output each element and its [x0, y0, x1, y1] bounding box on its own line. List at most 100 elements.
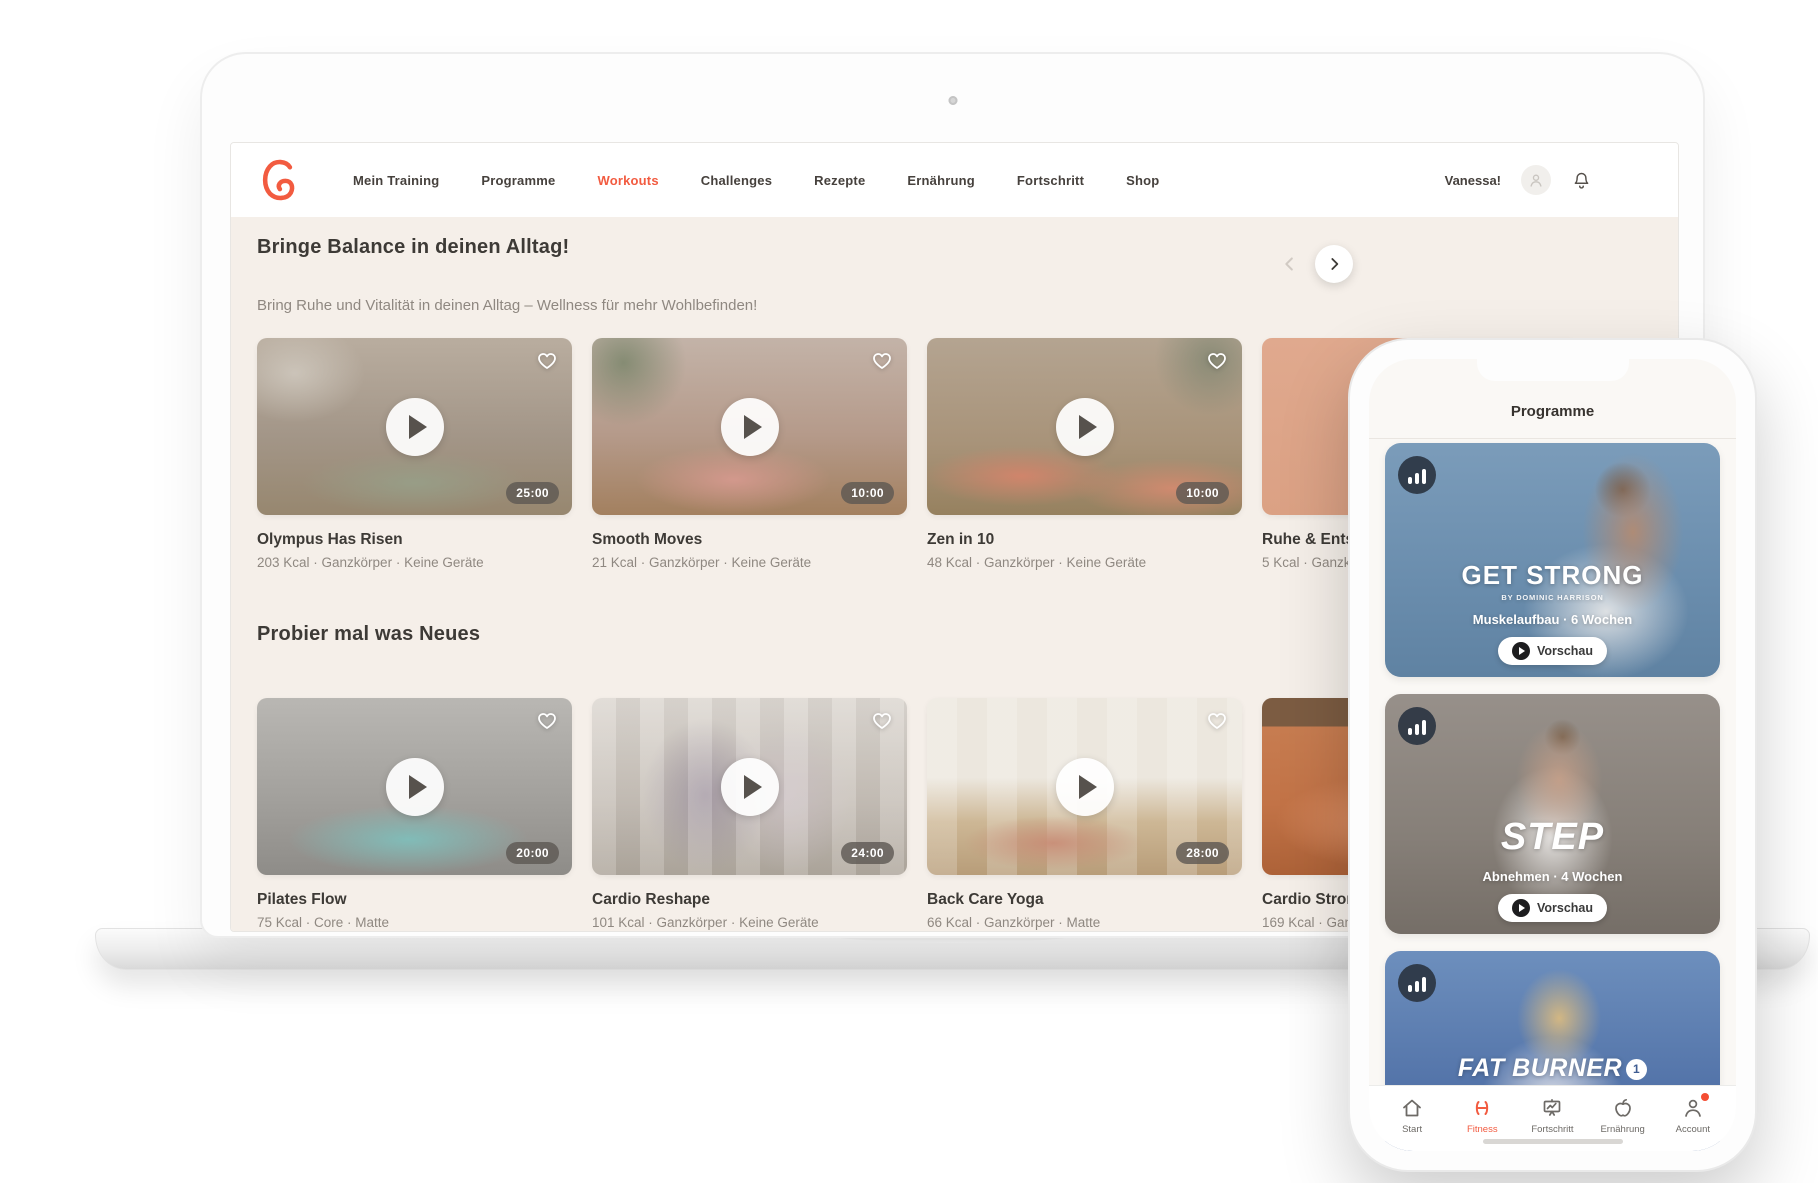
- program-card-text: GET STRONG BY DOMINIC HARRISON Muskelauf…: [1385, 560, 1720, 665]
- favorite-heart-icon[interactable]: [535, 349, 559, 373]
- user-greeting[interactable]: Vanessa!: [1445, 173, 1501, 188]
- notification-dot: [1701, 1093, 1709, 1101]
- nav-item-ernaehrung[interactable]: Ernährung: [907, 173, 975, 188]
- vorschau-label: Vorschau: [1537, 644, 1593, 658]
- program-title: FAT BURNER1: [1385, 1054, 1720, 1083]
- workout-thumbnail[interactable]: 10:00: [927, 338, 1242, 515]
- vorschau-button[interactable]: Vorschau: [1498, 637, 1607, 665]
- phone-screen: Programme GET STRONG BY DOMINIC HARRISON…: [1369, 359, 1736, 1151]
- duration-badge: 25:00: [506, 482, 559, 504]
- laptop-camera-dot: [948, 96, 957, 105]
- carousel-next-button[interactable]: [1315, 245, 1353, 283]
- home-indicator: [1483, 1139, 1623, 1144]
- notifications-bell-icon[interactable]: [1571, 170, 1592, 191]
- workout-meta: 203 Kcal · Ganzkörper · Keine Geräte: [257, 555, 572, 570]
- tab-label: Account: [1676, 1124, 1710, 1135]
- play-icon[interactable]: [386, 758, 444, 816]
- workout-meta: 66 Kcal · Ganzkörper · Matte: [927, 915, 1242, 930]
- nav-item-fortschritt[interactable]: Fortschritt: [1017, 173, 1084, 188]
- workout-thumbnail[interactable]: 25:00: [257, 338, 572, 515]
- workout-title: Zen in 10: [927, 531, 1242, 549]
- nav-item-challenges[interactable]: Challenges: [701, 173, 772, 188]
- play-icon[interactable]: [386, 398, 444, 456]
- duration-badge: 10:00: [841, 482, 894, 504]
- program-card-get-strong[interactable]: GET STRONG BY DOMINIC HARRISON Muskelauf…: [1385, 443, 1720, 677]
- dumbbell-icon: [1470, 1095, 1494, 1121]
- workout-thumbnail[interactable]: 28:00: [927, 698, 1242, 875]
- phone-mockup: Programme GET STRONG BY DOMINIC HARRISON…: [1348, 338, 1757, 1172]
- tab-fitness[interactable]: Fitness: [1451, 1095, 1513, 1135]
- favorite-heart-icon[interactable]: [870, 349, 894, 373]
- levels-icon: [1398, 456, 1436, 494]
- play-icon[interactable]: [721, 398, 779, 456]
- nav-item-programme[interactable]: Programme: [481, 173, 555, 188]
- tab-label: Fitness: [1467, 1124, 1498, 1135]
- workout-thumbnail[interactable]: 10:00: [592, 338, 907, 515]
- play-icon[interactable]: [1056, 398, 1114, 456]
- account-icon: [1681, 1095, 1705, 1121]
- workout-card[interactable]: 20:00 Pilates Flow 75 Kcal · Core · Matt…: [257, 698, 572, 930]
- user-cluster: Vanessa!: [1445, 165, 1592, 195]
- phone-notch: [1477, 357, 1629, 381]
- tab-label: Start: [1402, 1124, 1422, 1135]
- workout-title: Pilates Flow: [257, 891, 572, 909]
- avatar[interactable]: [1521, 165, 1551, 195]
- program-card-text: STEP Abnehmen · 4 Wochen Vorschau: [1385, 816, 1720, 922]
- main-nav: Mein Training Programme Workouts Challen…: [353, 173, 1159, 188]
- tab-account[interactable]: Account: [1662, 1095, 1724, 1135]
- workout-card[interactable]: 10:00 Zen in 10 48 Kcal · Ganzkörper · K…: [927, 338, 1242, 570]
- levels-icon: [1398, 964, 1436, 1002]
- carousel-prev-icon[interactable]: [1279, 253, 1301, 275]
- nav-item-workouts[interactable]: Workouts: [597, 173, 658, 188]
- workout-title: Back Care Yoga: [927, 891, 1242, 909]
- vorschau-button[interactable]: Vorschau: [1498, 894, 1607, 922]
- nav-item-shop[interactable]: Shop: [1126, 173, 1159, 188]
- play-icon: [1512, 899, 1530, 917]
- favorite-heart-icon[interactable]: [870, 709, 894, 733]
- vorschau-label: Vorschau: [1537, 901, 1593, 915]
- workout-title: Cardio Reshape: [592, 891, 907, 909]
- workout-meta: 101 Kcal · Ganzkörper · Keine Geräte: [592, 915, 907, 930]
- duration-badge: 28:00: [1176, 842, 1229, 864]
- workout-card[interactable]: 28:00 Back Care Yoga 66 Kcal · Ganzkörpe…: [927, 698, 1242, 930]
- tab-start[interactable]: Start: [1381, 1095, 1443, 1135]
- workout-card[interactable]: 10:00 Smooth Moves 21 Kcal · Ganzkörper …: [592, 338, 907, 570]
- marketing-composite: Mein Training Programme Workouts Challen…: [0, 0, 1818, 1183]
- program-title: STEP: [1385, 816, 1720, 859]
- levels-icon: [1398, 707, 1436, 745]
- program-subtitle: Abnehmen · 4 Wochen: [1385, 869, 1720, 884]
- tab-ernaehrung[interactable]: Ernährung: [1592, 1095, 1654, 1135]
- workout-title: Olympus Has Risen: [257, 531, 572, 549]
- program-subtitle: Muskelaufbau · 6 Wochen: [1385, 612, 1720, 627]
- apple-icon: [1611, 1095, 1635, 1121]
- workout-meta: 48 Kcal · Ganzkörper · Keine Geräte: [927, 555, 1242, 570]
- workout-thumbnail[interactable]: 24:00: [592, 698, 907, 875]
- play-icon[interactable]: [1056, 758, 1114, 816]
- carousel-arrows: [1279, 245, 1353, 283]
- workout-meta: 21 Kcal · Ganzkörper · Keine Geräte: [592, 555, 907, 570]
- section-heading: Probier mal was Neues: [257, 623, 480, 646]
- workout-card[interactable]: 24:00 Cardio Reshape 101 Kcal · Ganzkörp…: [592, 698, 907, 930]
- nav-item-mein-training[interactable]: Mein Training: [353, 173, 439, 188]
- play-icon[interactable]: [721, 758, 779, 816]
- favorite-heart-icon[interactable]: [535, 709, 559, 733]
- divider: [1369, 438, 1736, 439]
- favorite-heart-icon[interactable]: [1205, 349, 1229, 373]
- program-list: GET STRONG BY DOMINIC HARRISON Muskelauf…: [1385, 443, 1720, 1151]
- duration-badge: 20:00: [506, 842, 559, 864]
- section-subheading: Bring Ruhe und Vitalität in deinen Allta…: [257, 297, 757, 314]
- duration-badge: 24:00: [841, 842, 894, 864]
- play-icon: [1512, 642, 1530, 660]
- progress-chart-icon: [1540, 1095, 1564, 1121]
- tab-label: Ernährung: [1600, 1124, 1644, 1135]
- home-icon: [1400, 1095, 1424, 1121]
- workout-card[interactable]: 25:00 Olympus Has Risen 203 Kcal · Ganzk…: [257, 338, 572, 570]
- duration-badge: 10:00: [1176, 482, 1229, 504]
- nav-item-rezepte[interactable]: Rezepte: [814, 173, 865, 188]
- workout-thumbnail[interactable]: 20:00: [257, 698, 572, 875]
- section-heading: Bringe Balance in deinen Alltag!: [257, 236, 569, 259]
- program-card-step[interactable]: STEP Abnehmen · 4 Wochen Vorschau: [1385, 694, 1720, 934]
- favorite-heart-icon[interactable]: [1205, 709, 1229, 733]
- tab-fortschritt[interactable]: Fortschritt: [1521, 1095, 1583, 1135]
- gymondo-logo-icon[interactable]: [259, 156, 299, 204]
